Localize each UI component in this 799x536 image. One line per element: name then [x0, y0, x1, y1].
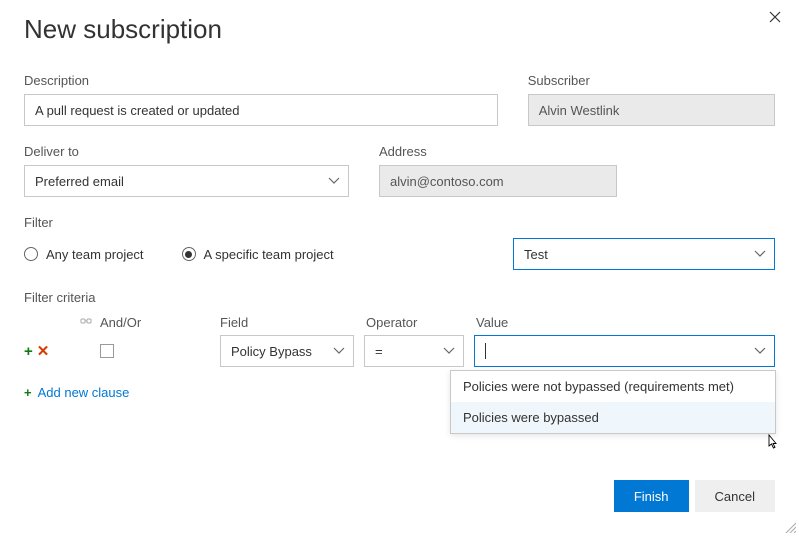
subscriber-field: Alvin Westlink	[528, 94, 775, 126]
mouse-cursor-icon	[764, 434, 780, 457]
filter-label: Filter	[24, 215, 775, 230]
project-dropdown[interactable]: Test	[513, 238, 775, 270]
description-input[interactable]: A pull request is created or updated	[24, 94, 498, 126]
field-dropdown[interactable]: Policy Bypass	[220, 335, 354, 367]
finish-button[interactable]: Finish	[614, 480, 689, 512]
filter-radio-any[interactable]: Any team project	[24, 247, 144, 262]
deliver-to-label: Deliver to	[24, 144, 349, 159]
deliver-to-value: Preferred email	[35, 174, 124, 189]
link-icon	[80, 315, 92, 327]
dialog-title: New subscription	[24, 14, 775, 45]
value-option-not-bypassed[interactable]: Policies were not bypassed (requirements…	[451, 371, 775, 402]
chevron-down-icon	[754, 250, 766, 258]
close-button[interactable]	[769, 10, 781, 28]
chevron-down-icon	[754, 347, 766, 355]
filter-any-label: Any team project	[46, 247, 144, 262]
operator-value: =	[375, 344, 383, 359]
value-dropdown-menu: Policies were not bypassed (requirements…	[450, 370, 776, 434]
resize-grip-icon[interactable]	[784, 521, 796, 533]
subscriber-value: Alvin Westlink	[539, 103, 620, 118]
criteria-header-spacer	[24, 315, 100, 330]
address-value: alvin@contoso.com	[390, 174, 504, 189]
add-clause-label: Add new clause	[38, 385, 130, 400]
radio-icon	[182, 247, 196, 261]
add-row-icon[interactable]: +	[24, 343, 33, 360]
value-dropdown[interactable]	[474, 335, 775, 367]
radio-icon	[24, 247, 38, 261]
field-value: Policy Bypass	[231, 344, 312, 359]
remove-row-icon[interactable]: ✕	[37, 342, 50, 360]
criteria-header-operator: Operator	[366, 315, 476, 330]
project-value: Test	[524, 247, 548, 262]
cancel-button[interactable]: Cancel	[695, 480, 775, 512]
address-label: Address	[379, 144, 617, 159]
deliver-to-dropdown[interactable]: Preferred email	[24, 165, 349, 197]
close-icon	[769, 11, 781, 23]
criteria-header-value: Value	[476, 315, 775, 330]
subscriber-label: Subscriber	[528, 73, 775, 88]
filter-criteria-label: Filter criteria	[24, 290, 775, 305]
value-option-bypassed[interactable]: Policies were bypassed	[451, 402, 775, 433]
plus-icon: +	[24, 385, 32, 400]
criteria-header-andor: And/Or	[100, 315, 220, 330]
operator-dropdown[interactable]: =	[364, 335, 464, 367]
description-label: Description	[24, 73, 498, 88]
chevron-down-icon	[333, 347, 345, 355]
filter-specific-label: A specific team project	[204, 247, 334, 262]
andor-checkbox[interactable]	[100, 344, 114, 358]
chevron-down-icon	[443, 347, 455, 355]
criteria-row: + ✕ Policy Bypass =	[24, 335, 775, 367]
chevron-down-icon	[328, 177, 340, 185]
text-cursor	[485, 343, 486, 359]
criteria-header-field: Field	[220, 315, 366, 330]
filter-radio-specific[interactable]: A specific team project	[182, 247, 334, 262]
description-value: A pull request is created or updated	[35, 103, 240, 118]
address-field: alvin@contoso.com	[379, 165, 617, 197]
